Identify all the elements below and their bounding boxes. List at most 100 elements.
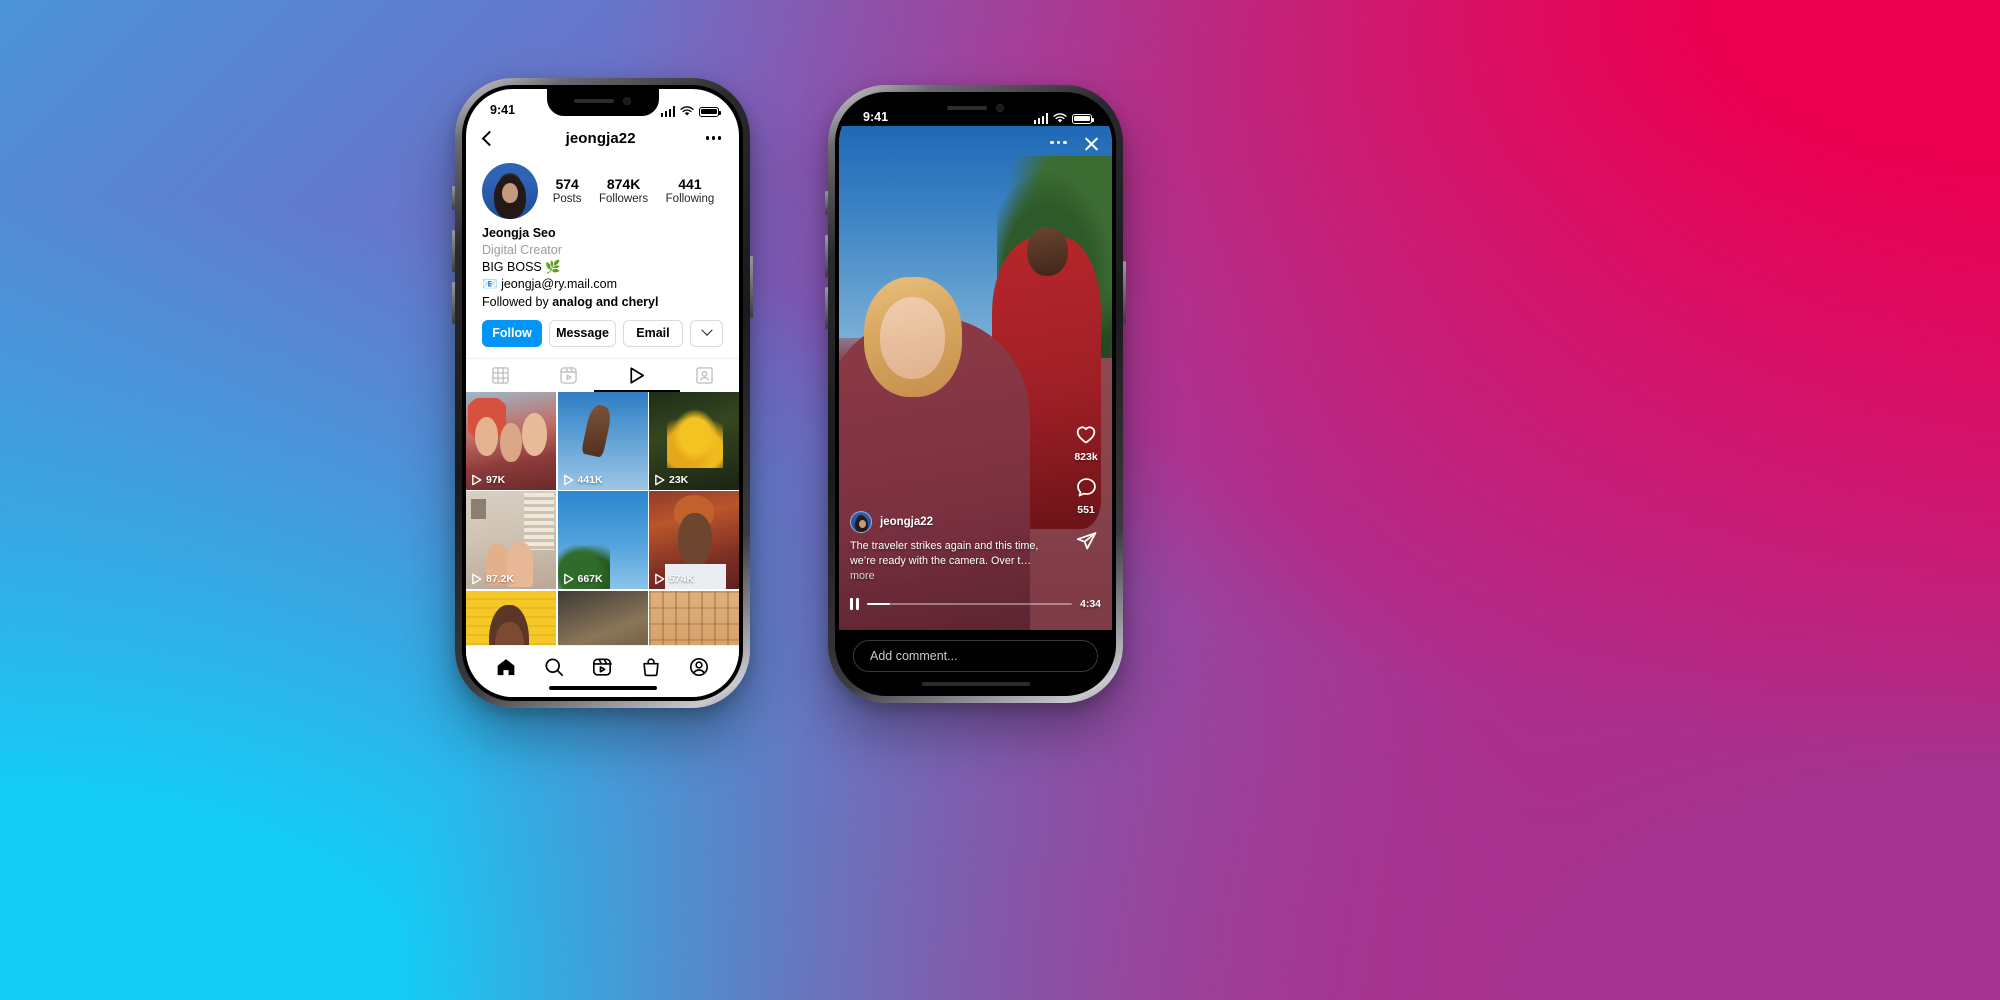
email-button[interactable]: Email [622, 319, 684, 347]
page-title: jeongja22 [565, 129, 636, 147]
profile-circle-icon[interactable] [689, 657, 709, 677]
grid-cell[interactable]: 97K [466, 391, 556, 490]
bio-email: jeongja@ry.mail.com [501, 277, 618, 292]
chevron-down-icon [700, 324, 713, 336]
comment-bubble-icon[interactable] [1075, 476, 1098, 499]
more-actions-button[interactable] [690, 319, 724, 347]
front-camera [996, 103, 1004, 112]
tab-reels[interactable] [534, 359, 602, 392]
play-triangle-icon [630, 367, 645, 384]
followers-count: 874K [606, 175, 641, 192]
grid-cell-views-group: 574K [654, 573, 694, 585]
stat-following[interactable]: 441 Following [666, 176, 715, 206]
view-count: 97K [486, 473, 506, 486]
phone2-screen: 9:41 823k 551 jeongja22 The traveler str… [839, 96, 1112, 692]
reel-video[interactable]: 823k 551 jeongja22 The traveler strikes … [839, 126, 1112, 630]
play-triangle-icon [563, 474, 573, 486]
grid-cell-views-group: 667K [563, 573, 603, 585]
close-x-icon[interactable] [1083, 134, 1100, 151]
grid-cell[interactable]: 87.2K [466, 491, 556, 590]
grid-cell-views-group: 441K [563, 474, 603, 486]
posts-label: Posts [552, 192, 582, 205]
reel-player-controls: 4:34 [850, 598, 1101, 610]
back-icon[interactable] [481, 130, 498, 146]
message-button[interactable]: Message [549, 319, 616, 347]
shop-bag-icon[interactable] [641, 657, 661, 677]
signal-bars-icon [660, 106, 675, 117]
tab-grid[interactable] [466, 359, 534, 392]
earpiece-speaker [947, 105, 987, 110]
grid-cell-views-group: 97K [471, 474, 505, 486]
video-face-left [879, 297, 946, 380]
following-count: 441 [678, 175, 702, 192]
play-triangle-icon [655, 573, 665, 585]
tab-video[interactable] [603, 359, 671, 392]
email-emoji-icon: 📧 [482, 277, 498, 292]
earpiece-speaker [574, 98, 614, 103]
heart-icon[interactable] [1074, 422, 1098, 446]
grid-cell-views-group: 23K [654, 474, 688, 486]
more-options-icon[interactable] [706, 136, 725, 140]
followed-by-prefix: Followed by [482, 294, 553, 309]
phone1-volume-down [452, 282, 455, 324]
avatar[interactable] [482, 163, 538, 219]
phone-reel: 9:41 823k 551 jeongja22 The traveler str… [825, 85, 1126, 703]
bio-line-2: 📧 jeongja@ry.mail.com [482, 276, 723, 293]
home-indicator [921, 682, 1030, 686]
more-options-icon[interactable] [1050, 140, 1067, 145]
caption-more-link[interactable]: more [850, 570, 875, 582]
video-head-right [1027, 226, 1069, 276]
view-count: 87.2K [486, 573, 515, 586]
add-comment-placeholder: Add comment... [870, 649, 958, 663]
phone1-notch [546, 89, 659, 116]
wifi-icon [1053, 113, 1067, 123]
stat-posts[interactable]: 574 Posts [553, 176, 582, 206]
phone2-power [1123, 261, 1126, 323]
add-comment-input[interactable]: Add comment... [853, 640, 1098, 672]
reel-caption-text: The traveler strikes again and this time… [850, 539, 1056, 584]
account-category: Digital Creator [482, 243, 562, 258]
followed-by-names: analog and cheryl [552, 294, 659, 309]
phone-profile: 9:41 jeongja22 574 Posts 874K Followers … [452, 78, 753, 708]
like-count: 823k [1074, 451, 1098, 463]
share-paper-plane-icon[interactable] [1075, 529, 1098, 552]
front-camera [623, 96, 631, 105]
home-icon[interactable] [496, 657, 516, 677]
search-icon[interactable] [544, 657, 564, 677]
avatar[interactable] [850, 511, 872, 534]
profile-action-buttons: Follow Message Email [466, 311, 739, 347]
reel-username[interactable]: jeongja22 [880, 516, 933, 528]
phone1-volume-up [452, 230, 455, 272]
poster-background: 9:41 jeongja22 574 Posts 874K Followers … [0, 0, 2000, 1000]
reel-screen: 9:41 823k 551 jeongja22 The traveler str… [839, 96, 1112, 692]
grid-cell-views-group: 87.2K [471, 573, 514, 585]
profile-summary-row: 574 Posts 874K Followers 441 Following [466, 157, 739, 221]
display-name: Jeongja Seo [482, 226, 556, 240]
posts-count: 574 [555, 175, 579, 192]
stat-followers[interactable]: 874K Followers [599, 176, 648, 206]
grid-cell[interactable]: 441K [557, 391, 648, 490]
bio-line-1: BIG BOSS 🌿 [482, 260, 561, 275]
view-count: 23K [669, 473, 689, 486]
status-time: 9:41 [490, 103, 516, 117]
reel-action-rail: 823k 551 [1069, 422, 1103, 552]
reels-icon[interactable] [592, 657, 613, 677]
grid-cell[interactable]: 667K [557, 491, 648, 590]
view-count: 667K [577, 573, 603, 586]
grid-cell[interactable]: 23K [649, 391, 739, 490]
phone1-power [750, 256, 753, 318]
comment-count: 551 [1077, 504, 1095, 516]
phone2-volume-up [825, 235, 828, 277]
progress-scrubber[interactable] [867, 602, 1072, 606]
tab-tagged[interactable] [671, 359, 739, 392]
followers-label: Followers [598, 192, 649, 205]
grid-cell[interactable]: 574K [649, 491, 739, 590]
reel-top-controls [1050, 134, 1100, 151]
tagged-person-icon [696, 366, 714, 384]
follow-button[interactable]: Follow [482, 319, 543, 347]
following-label: Following [665, 192, 715, 205]
profile-content-tabs [466, 357, 739, 392]
play-triangle-icon [472, 573, 482, 585]
pause-icon[interactable] [850, 598, 859, 610]
reel-author[interactable]: jeongja22 [850, 511, 1056, 534]
